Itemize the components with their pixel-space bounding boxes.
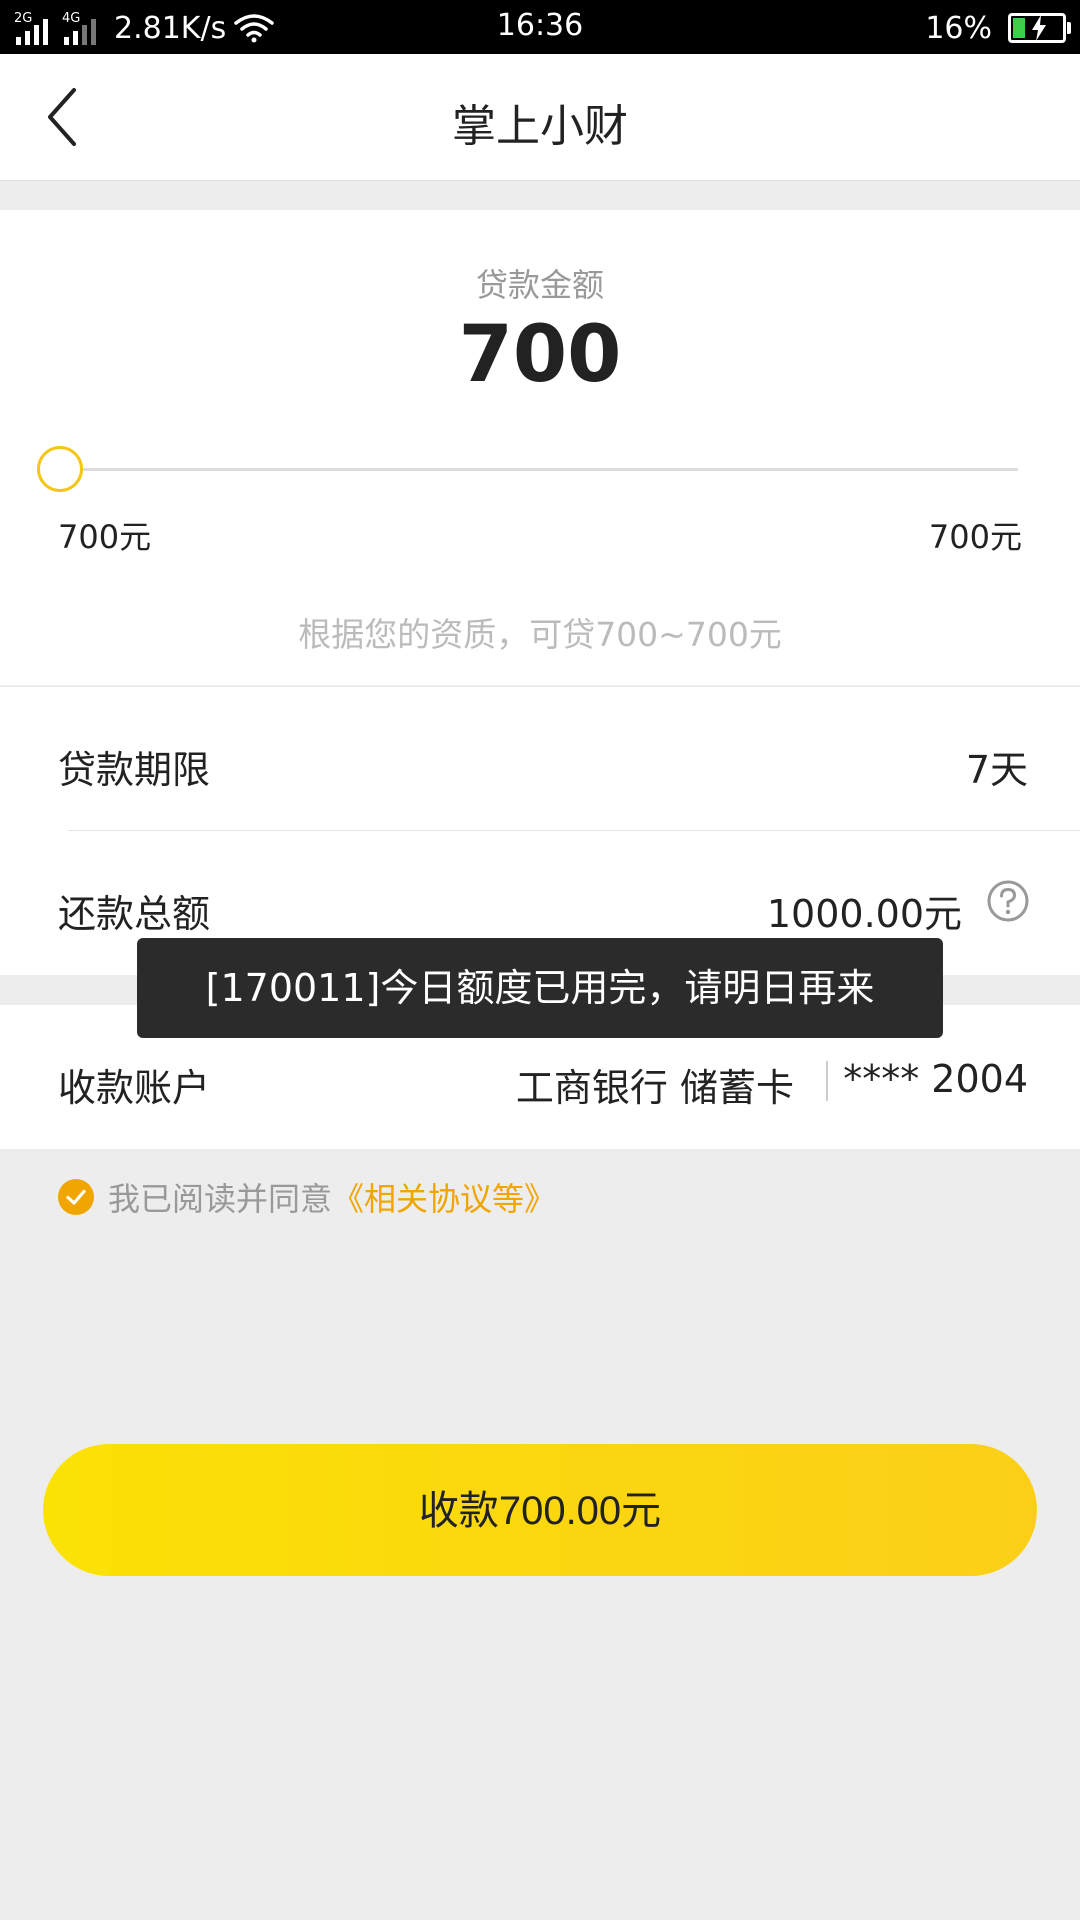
slider-max-label: 700元 <box>928 518 1022 556</box>
agreement-text: 我已阅读并同意 <box>108 1180 333 1218</box>
repay-total-label: 还款总额 <box>58 892 211 936</box>
bank-card-number: **** 2004 <box>843 1057 1028 1101</box>
slider-min-label: 700元 <box>58 518 152 556</box>
battery-percent: 16% <box>925 10 992 46</box>
toast-message: [170011]今日额度已用完，请明日再来 <box>137 938 943 1038</box>
loan-amount-label: 贷款金额 <box>475 266 604 304</box>
agreement-row: 我已阅读并同意 《相关协议等》 <box>58 1174 556 1220</box>
loan-amount-card: 贷款金额 700 700元 700元 根据您的资质，可贷700~700元 <box>0 210 1080 685</box>
loan-term-row: 贷款期限 7天 <box>0 686 1080 831</box>
loan-range-hint: 根据您的资质，可贷700~700元 <box>298 615 782 654</box>
clock: 16:36 <box>496 8 584 43</box>
status-right: 16% <box>925 8 1071 48</box>
repay-total-value: 1000.00元 <box>766 892 962 936</box>
agreement-link[interactable]: 《相关协议等》 <box>332 1174 556 1220</box>
amount-slider-track[interactable] <box>60 468 1018 471</box>
account-separator <box>826 1061 828 1101</box>
status-bar: 2G 4G 2.81K/s 16:36 16% <box>0 0 1080 54</box>
page-title: 掌上小财 <box>452 101 628 152</box>
nav-bar: 掌上小财 <box>0 54 1080 181</box>
loan-term-label: 贷款期限 <box>58 748 211 792</box>
battery-icon <box>1008 13 1071 43</box>
receive-account-label: 收款账户 <box>58 1066 211 1110</box>
receive-money-button[interactable]: 收款700.00元 <box>43 1444 1037 1576</box>
loan-term-value: 7天 <box>965 748 1028 792</box>
question-help-icon[interactable] <box>986 879 1030 923</box>
amount-slider-thumb[interactable] <box>37 446 83 492</box>
bank-card-type: 工商银行 储蓄卡 <box>515 1066 794 1110</box>
checkbox-checked-icon[interactable] <box>58 1179 94 1215</box>
loan-amount-value: 700 <box>458 310 622 400</box>
